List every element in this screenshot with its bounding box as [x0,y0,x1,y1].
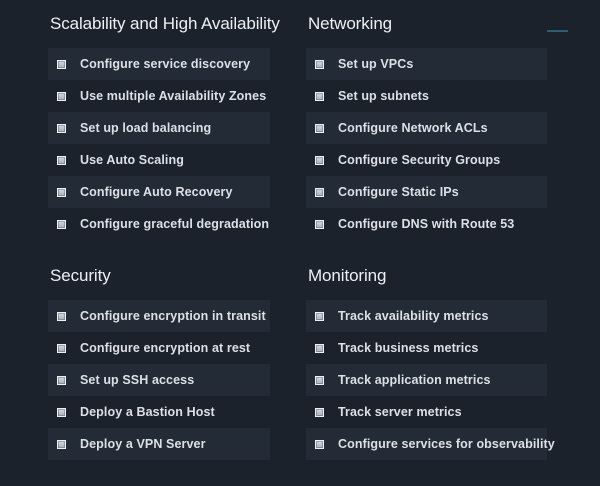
checklist-item[interactable]: Configure service discovery [48,48,270,80]
checklist-item[interactable]: Deploy a VPN Server [48,428,270,460]
checkbox-unchecked-icon[interactable] [57,408,66,417]
checklist-item-label: Deploy a Bastion Host [80,405,215,419]
section-scalability: Scalability and High Availability Config… [48,14,270,240]
checklist-item-label: Track business metrics [338,341,478,355]
checklist-item[interactable]: Track business metrics [306,332,547,364]
checklist-item[interactable]: Track server metrics [306,396,547,428]
section-title-monitoring: Monitoring [308,266,547,286]
checkbox-unchecked-icon[interactable] [57,124,66,133]
checklist-item[interactable]: Set up VPCs [306,48,547,80]
checklist-item[interactable]: Deploy a Bastion Host [48,396,270,428]
section-title-scalability: Scalability and High Availability [50,14,270,34]
checkbox-unchecked-icon[interactable] [315,376,324,385]
checkbox-unchecked-icon[interactable] [57,92,66,101]
checklist-item-label: Set up VPCs [338,57,413,71]
checklist-item[interactable]: Set up SSH access [48,364,270,396]
checklist-item-label: Configure graceful degradation [80,217,269,231]
checkbox-unchecked-icon[interactable] [315,312,324,321]
checklist-item-label: Deploy a VPN Server [80,437,206,451]
checkbox-unchecked-icon[interactable] [57,156,66,165]
checklist-networking: Set up VPCs Set up subnets Configure Net… [306,48,547,240]
checklist-item[interactable]: Configure Auto Recovery [48,176,270,208]
checkbox-unchecked-icon[interactable] [57,188,66,197]
checkbox-unchecked-icon[interactable] [57,376,66,385]
checklist-item-label: Configure encryption in transit [80,309,266,323]
checkbox-unchecked-icon[interactable] [315,156,324,165]
checklist-item-label: Track availability metrics [338,309,489,323]
checkbox-unchecked-icon[interactable] [315,124,324,133]
checklist-item-label: Set up load balancing [80,121,211,135]
checklist-item-label: Set up subnets [338,89,429,103]
checklist-monitoring: Track availability metrics Track busines… [306,300,547,460]
checklist-item[interactable]: Configure encryption in transit [48,300,270,332]
checklist-item-label: Track application metrics [338,373,491,387]
checklist-security: Configure encryption in transit Configur… [48,300,270,460]
checklist-item-label: Track server metrics [338,405,462,419]
checklist-item[interactable]: Set up subnets [306,80,547,112]
checkbox-unchecked-icon[interactable] [57,312,66,321]
checklist-item-label: Configure Auto Recovery [80,185,233,199]
checklist-item[interactable]: Configure encryption at rest [48,332,270,364]
checkbox-unchecked-icon[interactable] [315,220,324,229]
checklist-item[interactable]: Set up load balancing [48,112,270,144]
checklist-item-label: Set up SSH access [80,373,194,387]
checklist-item[interactable]: Configure graceful degradation [48,208,270,240]
checklist-item-label: Configure services for observability [338,437,555,451]
checklist-item[interactable]: Configure services for observability [306,428,547,460]
checklist-item[interactable]: Configure Security Groups [306,144,547,176]
checklist-item-label: Configure service discovery [80,57,250,71]
checkbox-unchecked-icon[interactable] [57,440,66,449]
section-title-security: Security [50,266,270,286]
checkbox-unchecked-icon[interactable] [57,344,66,353]
checklist-item[interactable]: Configure Network ACLs [306,112,547,144]
checkbox-unchecked-icon[interactable] [315,92,324,101]
checklist-item[interactable]: Track application metrics [306,364,547,396]
checklist-item-label: Configure Network ACLs [338,121,488,135]
checklist-item-label: Configure DNS with Route 53 [338,217,514,231]
checkbox-unchecked-icon[interactable] [315,344,324,353]
checklist-item-label: Configure encryption at rest [80,341,250,355]
section-title-networking: Networking [308,14,547,34]
checklist-item[interactable]: Use Auto Scaling [48,144,270,176]
section-security: Security Configure encryption in transit… [48,266,270,460]
section-monitoring: Monitoring Track availability metrics Tr… [306,266,547,460]
checkbox-unchecked-icon[interactable] [315,408,324,417]
checkbox-unchecked-icon[interactable] [315,60,324,69]
page-content: Scalability and High Availability Config… [0,0,600,486]
checklist-item-label: Use multiple Availability Zones [80,89,266,103]
checklist-item-label: Configure Security Groups [338,153,500,167]
checklist-item[interactable]: Track availability metrics [306,300,547,332]
sections-grid: Scalability and High Availability Config… [48,14,600,486]
checkbox-unchecked-icon[interactable] [57,60,66,69]
checklist-item[interactable]: Configure DNS with Route 53 [306,208,547,240]
checkbox-unchecked-icon[interactable] [57,220,66,229]
checkbox-unchecked-icon[interactable] [315,440,324,449]
checklist-item[interactable]: Configure Static IPs [306,176,547,208]
checklist-item[interactable]: Use multiple Availability Zones [48,80,270,112]
checklist-item-label: Use Auto Scaling [80,153,184,167]
checkbox-unchecked-icon[interactable] [315,188,324,197]
section-networking: Networking Set up VPCs Set up subnets Co… [306,14,547,240]
accent-dash [547,30,568,32]
checklist-item-label: Configure Static IPs [338,185,459,199]
checklist-page: Scalability and High Availability Config… [0,0,600,486]
checklist-scalability: Configure service discovery Use multiple… [48,48,270,240]
